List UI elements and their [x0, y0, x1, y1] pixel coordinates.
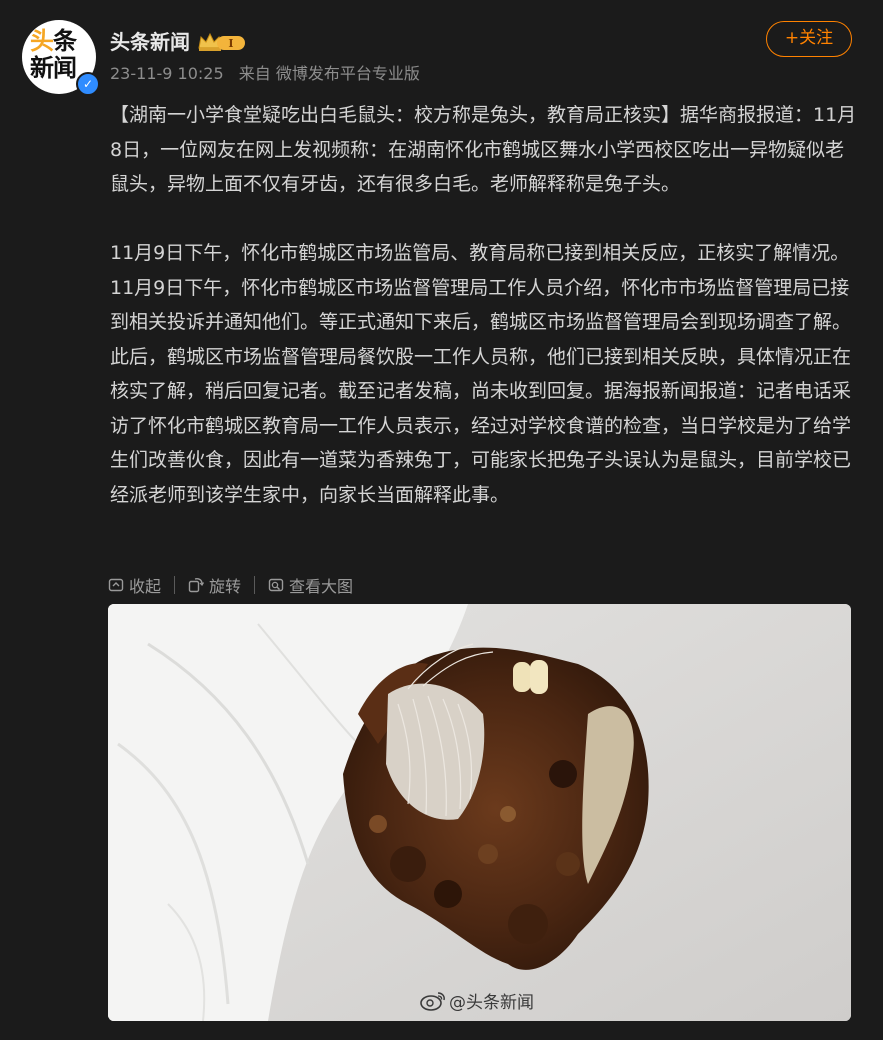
post-paragraph: 【湖南一小学食堂疑吃出白毛鼠头：校方称是兔头，教育局正核实】据华商报报道：11月…: [110, 104, 857, 195]
verified-icon: ✓: [76, 72, 100, 96]
toolbar-divider: [254, 576, 256, 594]
toolbar-divider: [174, 576, 176, 594]
rotate-label: 旋转: [209, 577, 242, 596]
weibo-logo-icon: [420, 991, 445, 1011]
rotate-button[interactable]: 旋转: [188, 573, 241, 597]
view-large-icon: [268, 578, 284, 592]
post-meta: 23-11-9 10:25 来自 微博发布平台专业版: [110, 63, 430, 85]
collapse-button[interactable]: 收起: [108, 573, 161, 597]
collapse-icon: [108, 578, 124, 592]
view-large-label: 查看大图: [289, 577, 354, 596]
post-source: 来自 微博发布平台专业版: [238, 64, 420, 83]
crown-level-icon: I: [198, 32, 245, 51]
photo-content: [108, 604, 851, 1021]
watermark-text: @头条新闻: [449, 993, 534, 1013]
photo-watermark: @头条新闻: [420, 988, 534, 1013]
username[interactable]: 头条新闻: [110, 28, 190, 56]
view-large-button[interactable]: 查看大图: [268, 573, 353, 597]
collapse-label: 收起: [129, 577, 162, 596]
post-text: 【湖南一小学食堂疑吃出白毛鼠头：校方称是兔头，教育局正核实】据华商报报道：11月…: [110, 98, 858, 512]
svg-text:I: I: [228, 37, 233, 50]
post-paragraph: 11月9日下午，怀化市鹤城区市场监管局、教育局称已接到相关反应，正核实了解情况。…: [110, 242, 852, 506]
post-timestamp[interactable]: 23-11-9 10:25: [110, 64, 224, 83]
follow-button[interactable]: +关注: [766, 21, 852, 57]
image-toolbar: 收起 旋转 查看大图: [108, 573, 353, 597]
weibo-post-card: 头条 新闻 ✓ 头条新闻 I 23-11-9 10:25 来自 微博发布平台专业…: [0, 0, 883, 1040]
post-photo[interactable]: @头条新闻: [108, 604, 851, 1021]
rotate-icon: [188, 578, 205, 593]
